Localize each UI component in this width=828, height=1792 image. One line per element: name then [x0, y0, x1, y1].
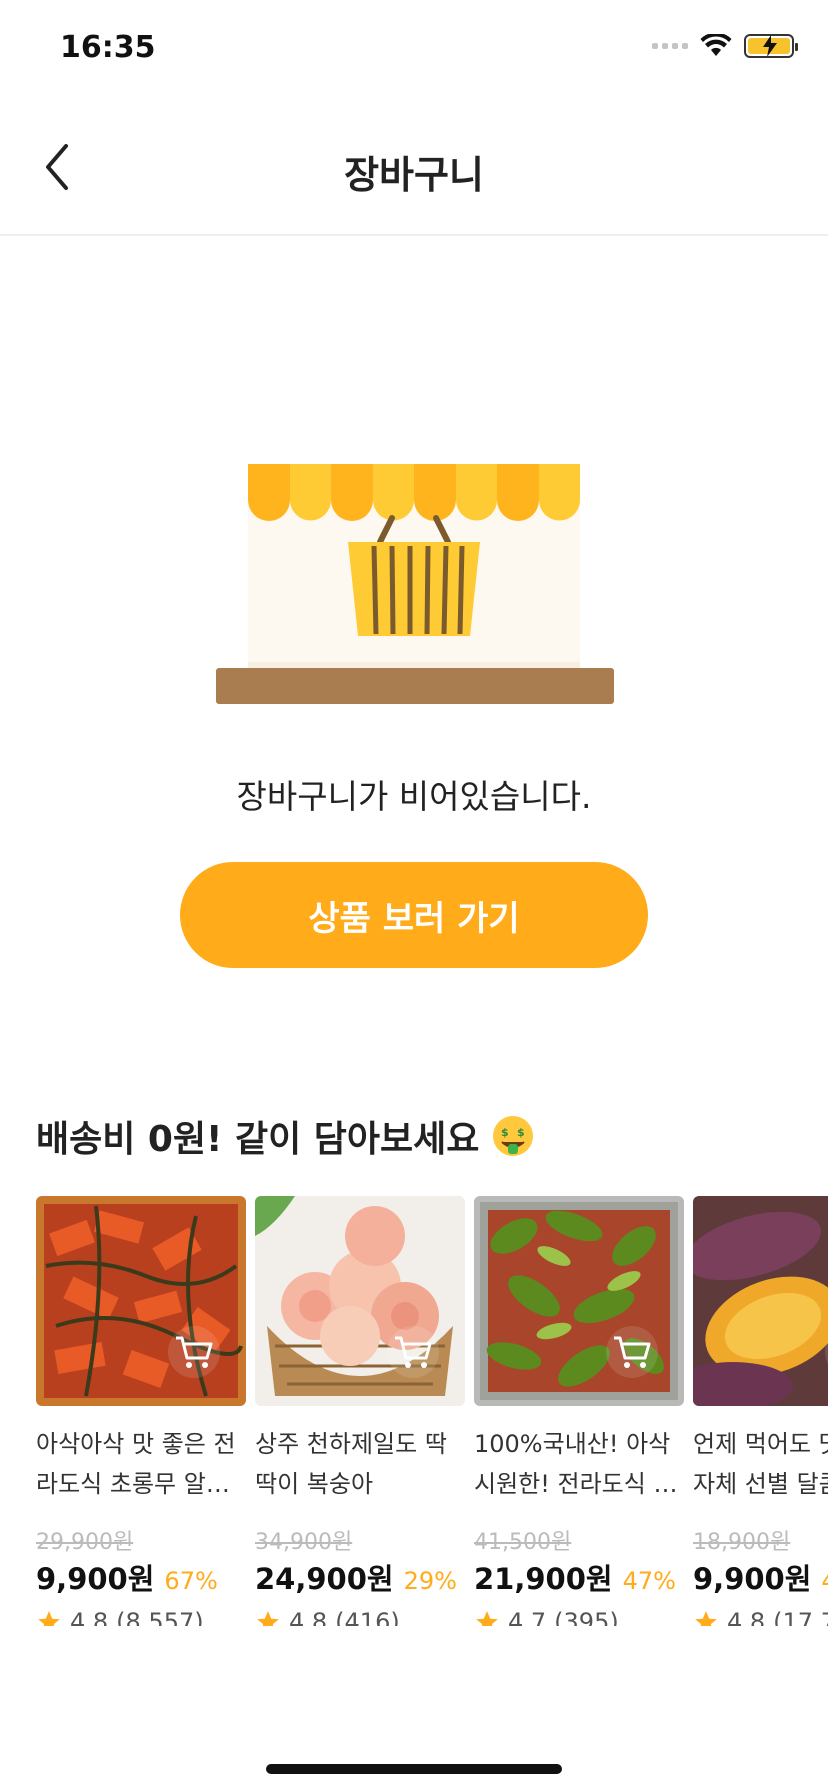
add-to-cart-button[interactable]	[168, 1326, 220, 1378]
original-price: 18,900원	[693, 1530, 791, 1555]
home-indicator[interactable]	[266, 1764, 562, 1774]
product-card[interactable]: 100%국내산! 아삭시원한! 전라도식 … 41,500원 21,900원 4…	[474, 1196, 684, 1626]
product-image	[255, 1196, 465, 1406]
sale-price: 24,900원	[255, 1562, 394, 1596]
product-name: 상주 천하제일도 딱딱이 복숭아	[255, 1430, 447, 1498]
sale-price: 21,900원	[474, 1562, 613, 1596]
battery-icon	[744, 34, 798, 58]
add-to-cart-button[interactable]	[606, 1326, 658, 1378]
status-time: 16:35	[60, 30, 156, 65]
star-icon	[695, 1611, 717, 1626]
recommend-section-title: 배송비 0원! 같이 담아보세요 $ $	[36, 1110, 535, 1162]
rating-value: 4.8	[289, 1608, 328, 1626]
product-card[interactable]: 언제 먹어도 맛있는 자체 선별 달콤 18,900원 9,900원 4 4.8…	[693, 1196, 828, 1626]
cart-icon	[176, 1336, 213, 1368]
rating-value: 4.8	[727, 1608, 766, 1626]
wifi-icon	[700, 34, 732, 56]
price-row: 9,900원 4	[693, 1556, 828, 1598]
rating-row: 4.8 (17,7	[693, 1608, 828, 1626]
price-row: 21,900원 47%	[474, 1556, 684, 1598]
empty-cart-message: 장바구니가 비어있습니다.	[236, 777, 592, 816]
add-to-cart-button[interactable]	[387, 1326, 439, 1378]
money-mouth-face-icon: $ $	[493, 1116, 534, 1156]
product-card[interactable]: 상주 천하제일도 딱딱이 복숭아 34,900원 24,900원 29% 4.8…	[255, 1196, 465, 1626]
rating-value: 4.8	[70, 1608, 109, 1626]
review-count: (416)	[335, 1608, 400, 1626]
empty-cart-illustration	[216, 464, 614, 704]
recommend-title-text: 배송비 0원! 같이 담아보세요	[36, 1119, 480, 1160]
cellular-signal-icon	[652, 43, 688, 49]
product-image	[474, 1196, 684, 1406]
svg-text:$: $	[517, 1126, 525, 1139]
product-card[interactable]: 아삭아삭 맛 좋은 전라도식 초롱무 알… 29,900원 9,900원 67%…	[36, 1196, 246, 1626]
original-price: 34,900원	[255, 1530, 353, 1555]
review-count: (17,7	[773, 1608, 828, 1626]
cart-icon	[614, 1336, 651, 1368]
price-row: 24,900원 29%	[255, 1556, 465, 1598]
product-name: 아삭아삭 맛 좋은 전라도식 초롱무 알…	[36, 1430, 236, 1498]
discount-rate: 4	[821, 1567, 828, 1595]
product-name: 언제 먹어도 맛있는 자체 선별 달콤	[693, 1430, 828, 1498]
rating-value: 4.7	[508, 1608, 547, 1626]
review-count: (8,557)	[116, 1608, 204, 1626]
page-title: 장바구니	[344, 153, 484, 197]
status-icons	[652, 34, 798, 58]
original-price: 41,500원	[474, 1530, 572, 1555]
recommended-product-list[interactable]: 아삭아삭 맛 좋은 전라도식 초롱무 알… 29,900원 9,900원 67%…	[36, 1196, 828, 1626]
cart-icon	[395, 1336, 432, 1368]
rating-row: 4.7 (395)	[474, 1608, 684, 1626]
review-count: (395)	[554, 1608, 619, 1626]
rating-row: 4.8 (8,557)	[36, 1608, 246, 1626]
sale-price: 9,900원	[693, 1562, 812, 1596]
cart-screen: 16:35 장바구니 장바구니가 비어있습니다. 상품 보러 가기 배송비 0원…	[0, 0, 828, 1792]
svg-text:$: $	[501, 1126, 509, 1139]
product-name: 100%국내산! 아삭시원한! 전라도식 …	[474, 1430, 678, 1498]
discount-rate: 29%	[403, 1567, 457, 1595]
go-shopping-button[interactable]: 상품 보러 가기	[180, 862, 648, 968]
original-price: 29,900원	[36, 1530, 134, 1555]
status-bar: 16:35	[0, 0, 828, 100]
product-image	[36, 1196, 246, 1406]
navigation-bar: 장바구니	[0, 100, 828, 236]
sale-price: 9,900원	[36, 1562, 155, 1596]
rating-row: 4.8 (416)	[255, 1608, 465, 1626]
star-icon	[476, 1611, 498, 1626]
discount-rate: 67%	[164, 1567, 218, 1595]
price-row: 9,900원 67%	[36, 1556, 246, 1598]
discount-rate: 47%	[622, 1567, 676, 1595]
star-icon	[257, 1611, 279, 1626]
product-image	[693, 1196, 828, 1406]
star-icon	[38, 1611, 60, 1626]
